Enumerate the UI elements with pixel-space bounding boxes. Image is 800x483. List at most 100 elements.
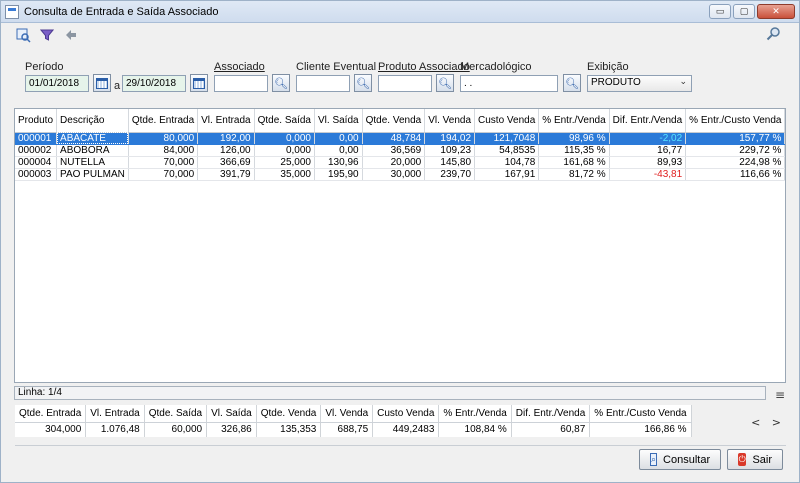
table-header-row: Produto Descrição Qtde. Entrada Vl. Entr… — [15, 109, 786, 133]
col-vl-entrada[interactable]: Vl. Entrada — [197, 109, 255, 133]
col-qtde-saida[interactable]: Qtde. Saída — [254, 109, 316, 133]
lookup-icon: 🔍︎ — [274, 76, 288, 90]
cell-vl-saida: 130,96 — [314, 156, 363, 169]
query-icon: ⌕ — [650, 453, 658, 466]
table-row[interactable]: 000004 NUTELLA 70,000 366,69 25,000 130,… — [15, 156, 786, 169]
consultar-label: Consultar — [663, 453, 711, 466]
col-perc-entr-venda[interactable]: % Entr./Venda — [538, 109, 610, 133]
tot-qtde-entrada: 304,000 — [15, 422, 87, 437]
cell-qtde-venda: 36,569 — [362, 144, 426, 157]
table-row[interactable]: 000003 PAO PULMAN 70,000 391,79 35,000 1… — [15, 168, 786, 181]
maximize-button[interactable]: ▢ — [733, 4, 755, 19]
tot-col-custo-venda: Custo Venda — [372, 405, 440, 423]
cell-descricao: ABOBORA — [56, 144, 129, 157]
associado-lookup-button[interactable]: 🔍︎ — [272, 74, 290, 92]
exibicao-value: PRODUTO — [591, 77, 641, 88]
table-row[interactable]: 000002 ABOBORA 84,000 126,00 0,000 0,00 … — [15, 144, 786, 157]
produto-field[interactable] — [378, 75, 432, 92]
periodo-label: Período — [25, 61, 64, 73]
scroll-arrows[interactable]: < > — [751, 416, 785, 429]
associado-label[interactable]: Associado — [214, 61, 265, 73]
tot-col-qtde-entrada: Qtde. Entrada — [15, 405, 87, 423]
toolbar — [15, 27, 79, 43]
calendar-icon — [96, 77, 108, 89]
filter-icon[interactable] — [39, 27, 55, 43]
chevron-down-icon: ⌄ — [679, 76, 687, 86]
tot-vl-entrada: 1.076,48 — [85, 422, 145, 437]
col-perc-entr-custo[interactable]: % Entr./Custo Venda — [685, 109, 786, 133]
cell-custo-venda: 104,78 — [474, 156, 540, 169]
mercadologico-label: Mercadológico — [460, 61, 532, 73]
sair-button[interactable]: ⏻ Sair — [727, 449, 783, 470]
cell-qtde-saida: 35,000 — [254, 168, 316, 181]
col-dif-entr-venda[interactable]: Dif. Entr./Venda — [609, 109, 687, 133]
row-status-bar: Linha: 1/4 — [14, 386, 766, 400]
cell-dif-entr-venda: -2,02 — [609, 132, 687, 145]
col-vl-venda[interactable]: Vl. Venda — [424, 109, 476, 133]
cell-perc-entr-custo: 116,66 % — [685, 168, 786, 181]
col-qtde-entrada[interactable]: Qtde. Entrada — [128, 109, 199, 133]
tot-col-vl-saida: Vl. Saída — [206, 405, 257, 423]
consultar-button[interactable]: ⌕ Consultar — [639, 449, 721, 470]
cell-perc-entr-venda: 115,35 % — [538, 144, 610, 157]
cell-vl-saida: 0,00 — [314, 132, 363, 145]
date-from-field[interactable]: 01/01/2018 — [25, 75, 89, 92]
search-icon[interactable] — [766, 26, 781, 45]
date-to-field[interactable]: 29/10/2018 — [122, 75, 186, 92]
cell-qtde-entrada: 70,000 — [128, 156, 199, 169]
cell-perc-entr-venda: 98,96 % — [538, 132, 610, 145]
tot-col-perc-entr-custo: % Entr./Custo Venda — [589, 405, 692, 423]
results-grid[interactable]: Produto Descrição Qtde. Entrada Vl. Entr… — [14, 108, 786, 383]
tot-col-vl-venda: Vl. Venda — [320, 405, 374, 423]
col-qtde-venda[interactable]: Qtde. Venda — [362, 109, 426, 133]
calendar-from-button[interactable] — [93, 74, 111, 92]
cell-qtde-venda: 48,784 — [362, 132, 426, 145]
col-descricao[interactable]: Descrição — [56, 109, 129, 133]
tot-col-vl-entrada: Vl. Entrada — [85, 405, 145, 423]
lookup-icon: 🔍︎ — [438, 76, 452, 90]
totals-table: Qtde. Entrada Vl. Entrada Qtde. Saída Vl… — [15, 405, 692, 437]
lookup-icon: 🔍︎ — [356, 76, 370, 90]
col-vl-saida[interactable]: Vl. Saída — [314, 109, 363, 133]
tot-col-perc-entr-venda: % Entr./Venda — [438, 405, 512, 423]
mercadologico-lookup-button[interactable]: 🔍︎ — [563, 74, 581, 92]
col-custo-venda[interactable]: Custo Venda — [474, 109, 540, 133]
cell-dif-entr-venda: -43,81 — [609, 168, 687, 181]
close-button[interactable]: ✕ — [757, 4, 795, 19]
cell-perc-entr-venda: 81,72 % — [538, 168, 610, 181]
calendar-to-button[interactable] — [190, 74, 208, 92]
col-produto[interactable]: Produto — [15, 109, 58, 133]
cell-perc-entr-custo: 157,77 % — [685, 132, 786, 145]
app-icon — [5, 4, 19, 19]
cliente-field[interactable] — [296, 75, 350, 92]
cell-dif-entr-venda: 16,77 — [609, 144, 687, 157]
title-bar[interactable]: Consulta de Entrada e Saída Associado ▭ … — [1, 1, 799, 23]
cell-produto: 000001 — [15, 132, 58, 145]
between-label: a — [114, 80, 121, 92]
table-row[interactable]: 000001 ABACATE 80,000 192,00 0,000 0,00 … — [15, 132, 786, 145]
cliente-lookup-button[interactable]: 🔍︎ — [354, 74, 372, 92]
produto-lookup-button[interactable]: 🔍︎ — [436, 74, 454, 92]
cell-produto: 000003 — [15, 168, 58, 181]
produto-label[interactable]: Produto Associado — [378, 61, 470, 73]
cell-perc-entr-custo: 224,98 % — [685, 156, 786, 169]
cell-qtde-venda: 20,000 — [362, 156, 426, 169]
cell-qtde-saida: 25,000 — [254, 156, 316, 169]
tot-qtde-venda: 135,353 — [256, 422, 322, 437]
tot-qtde-saida: 60,000 — [144, 422, 208, 437]
mercadologico-field[interactable]: . . — [460, 75, 558, 92]
cell-qtde-entrada: 70,000 — [128, 168, 199, 181]
results-table: Produto Descrição Qtde. Entrada Vl. Entr… — [15, 109, 786, 181]
cell-perc-entr-custo: 229,72 % — [685, 144, 786, 157]
cell-vl-saida: 195,90 — [314, 168, 363, 181]
cell-vl-entrada: 192,00 — [197, 132, 255, 145]
cell-qtde-saida: 0,000 — [254, 132, 316, 145]
cell-qtde-entrada: 84,000 — [128, 144, 199, 157]
menu-icon[interactable]: ≡ — [775, 388, 785, 402]
cell-vl-venda: 239,70 — [424, 168, 476, 181]
exibicao-select[interactable]: PRODUTO ⌄ — [587, 75, 692, 92]
back-arrow-icon[interactable] — [63, 27, 79, 43]
associado-field[interactable] — [214, 75, 268, 92]
query-icon[interactable] — [15, 27, 31, 43]
minimize-button[interactable]: ▭ — [709, 4, 731, 19]
